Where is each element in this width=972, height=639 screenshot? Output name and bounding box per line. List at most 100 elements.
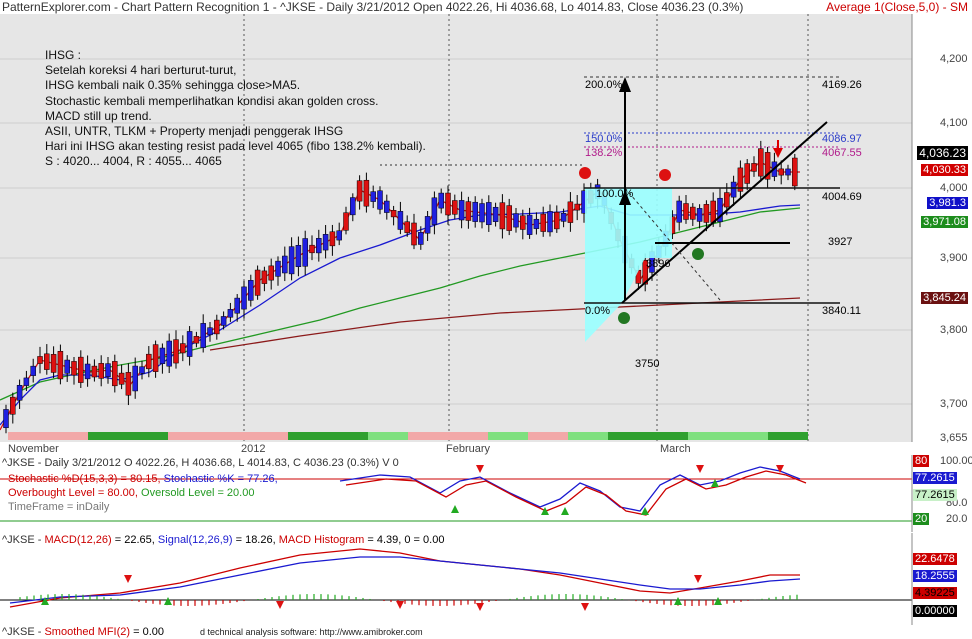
trend-color-segment [248, 432, 288, 440]
candle-body [411, 222, 417, 246]
marker-1-green [618, 312, 630, 324]
candle-body [404, 221, 410, 233]
candle-body [227, 309, 234, 318]
trend-color-segment [568, 432, 608, 440]
candle-body [295, 245, 302, 267]
trend-color-segment [48, 432, 88, 440]
candle-body [458, 200, 465, 221]
note-line: IHSG kembali naik 0.35% sehingga close>M… [45, 78, 301, 93]
stoch-line-2: Stochastic %D(15,3,3) = 80.15, Stochasti… [8, 473, 278, 485]
candle-body [57, 351, 64, 380]
stochastic-panel[interactable]: ^JKSE - Daily 3/21/2012 O 4022.26, H 403… [0, 455, 972, 532]
candle-body [758, 148, 764, 177]
signal-value: = 18.26, [235, 534, 276, 546]
tag-ma50: 3,971.08 [921, 216, 968, 228]
stoch-axis-100: 100.00 [940, 455, 972, 467]
candle-body [316, 238, 322, 254]
candle-body [91, 365, 98, 378]
candle-body [363, 179, 370, 207]
candle-body [785, 168, 791, 176]
level-4169: 4169.26 [822, 79, 862, 91]
trend-color-segment [8, 432, 48, 440]
candle-body [64, 359, 70, 374]
candle-body [479, 203, 485, 223]
oversold-label: Oversold Level = 20.00 [141, 487, 255, 499]
candle-body [166, 340, 172, 367]
tag-ma20: 3,981.3 [927, 197, 968, 209]
macd-chart[interactable] [0, 533, 972, 625]
candle-body [98, 363, 104, 379]
software-credit: d technical analysis software: http://ww… [200, 627, 423, 637]
trend-color-segment [608, 432, 648, 440]
candle-body [329, 231, 336, 247]
candle-body [567, 201, 574, 223]
candle-body [724, 192, 730, 208]
candle-body [520, 215, 526, 230]
fib-100: 100.0% [596, 188, 634, 200]
signal-label: Signal(12,26,9) [157, 534, 233, 546]
candle-body [513, 213, 519, 228]
stoch-tag-80: 80 [913, 455, 930, 467]
chart-title-indicator: Average 1(Close,5,0) - SM [826, 0, 968, 14]
stoch-line-3: Overbought Level = 80.00, Oversold Level… [8, 487, 254, 499]
candle-body [703, 204, 710, 223]
stoch-axis-20: 20.0 [946, 513, 968, 525]
trend-color-segment [368, 432, 408, 440]
candle-body [452, 200, 458, 215]
trend-color-segment [408, 432, 448, 440]
candle-body [261, 270, 268, 284]
candle-body [125, 372, 132, 396]
candle-body [302, 238, 308, 267]
candle-body [159, 347, 166, 364]
level-3750: 3750 [635, 358, 660, 370]
candle-body [486, 202, 492, 226]
candle-body [390, 210, 397, 218]
trend-color-segment [88, 432, 128, 440]
trend-color-segment [208, 432, 248, 440]
candle-body [465, 201, 472, 221]
candle-body [472, 201, 478, 222]
candle-body [105, 363, 111, 378]
macd-value: = 22.65, [114, 534, 155, 546]
candle-body [377, 190, 383, 210]
trend-color-segment [728, 432, 768, 440]
tag-ma200: 3,845.24 [921, 292, 968, 304]
candle-body [200, 323, 206, 348]
price-panel[interactable]: PatternExplorer.com - Chart Pattern Reco… [0, 0, 972, 455]
analysis-notes: IHSG : Setelah koreksi 4 hari berturut-t… [45, 48, 426, 170]
candle-body [84, 363, 91, 380]
stoch-line-4: TimeFrame = inDaily [8, 501, 110, 513]
note-line: ASII, UNTR, TLKM + Property menjadi peng… [45, 124, 344, 139]
note-line: Stochastic kembali memperlihatkan kondis… [45, 93, 379, 108]
candle-body [268, 265, 274, 281]
trend-color-segment [168, 432, 208, 440]
macd-label: MACD(12,26) [44, 534, 112, 546]
candle-body [336, 230, 342, 241]
candle-body [431, 197, 438, 225]
month-february: February [446, 443, 491, 455]
level-4005: 4004.69 [822, 191, 862, 203]
mfi-panel[interactable]: ^JKSE - Smoothed MFI(2) = 0.00 d technic… [0, 626, 972, 639]
candle-body [438, 192, 444, 209]
candle-body [288, 246, 295, 275]
note-line: Hari ini IHSG akan testing resist pada l… [45, 139, 426, 154]
macd-tag-signal: 18.2555 [913, 570, 957, 582]
axis-label-4100: 4,100 [940, 117, 968, 129]
candle-body [792, 157, 798, 187]
fib-138: 138.2% [585, 147, 623, 159]
candle-body [540, 213, 546, 232]
candle-body [254, 269, 261, 296]
macd-tag-zero: 0.00000 [913, 605, 957, 617]
candle-body [778, 168, 784, 176]
macd-panel[interactable]: ^JKSE - MACD(12,26) = 22.65, Signal(12,2… [0, 533, 972, 625]
month-2012: 2012 [241, 443, 266, 455]
candle-body [690, 206, 696, 220]
note-line: Setelah koreksi 4 hari berturut-turut, [45, 63, 237, 78]
candle-body [152, 344, 159, 372]
axis-label-4200: 4,200 [940, 53, 968, 65]
tag-close: 4,036.23 [917, 146, 968, 160]
candle-body [78, 356, 84, 383]
candle-body [554, 211, 560, 230]
stoch-d-label: Stochastic %D(15,3,3) = 80.15, [8, 473, 161, 485]
note-line: IHSG : [45, 48, 82, 62]
